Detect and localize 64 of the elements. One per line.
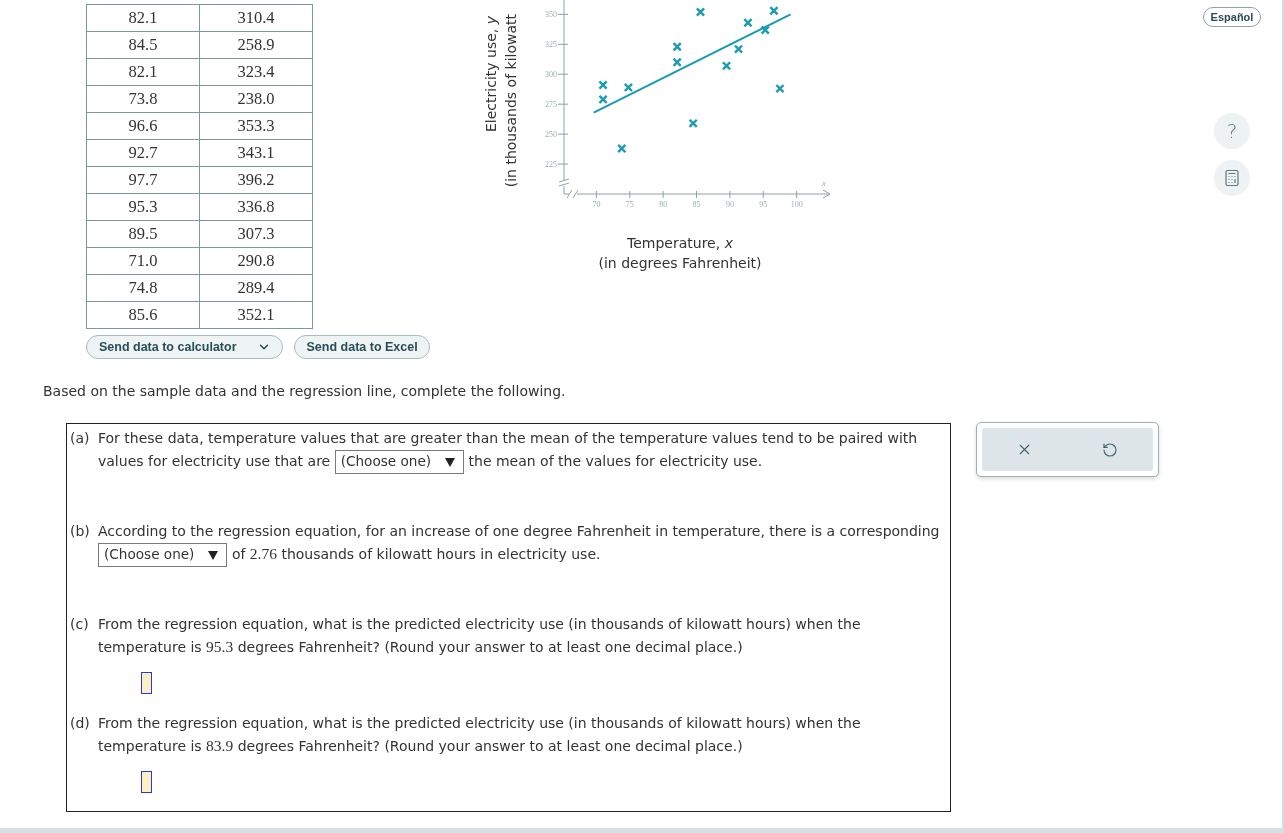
table-cell: 73.8 xyxy=(86,85,200,113)
axis-letter: x xyxy=(822,178,826,188)
tick-label: 95 xyxy=(759,200,768,209)
calculator-button[interactable] xyxy=(1214,160,1250,196)
table-cell: 336.8 xyxy=(199,193,313,221)
part-label: (b) xyxy=(70,522,91,541)
table-cell: 307.3 xyxy=(199,220,313,248)
part-label: (c) xyxy=(70,615,90,634)
tick-label: 350 xyxy=(545,10,557,20)
tick-label: 80 xyxy=(659,200,668,209)
table-cell: 238.0 xyxy=(199,85,313,113)
table-cell: 95.3 xyxy=(86,193,200,221)
table-cell: 396.2 xyxy=(199,166,313,194)
table-cell: 84.5 xyxy=(86,31,200,59)
send-menu-button[interactable]: Send data to calculator xyxy=(86,335,283,359)
y-axis-title: Electricity use, y xyxy=(482,16,500,132)
caret-icon xyxy=(208,550,219,560)
table-cell: 323.4 xyxy=(199,58,313,86)
table-cell: 343.1 xyxy=(199,139,313,167)
table-cell: 289.4 xyxy=(199,274,313,302)
part-label: (d) xyxy=(70,714,91,733)
tick-label: 85 xyxy=(692,200,701,209)
tick-label: 225 xyxy=(545,160,557,170)
table-cell: 97.7 xyxy=(86,166,200,194)
caret-icon xyxy=(445,457,456,467)
undo-arrow-icon xyxy=(1102,441,1119,458)
table-cell: 290.8 xyxy=(199,247,313,275)
x-axis-title: Temperature, x xyxy=(627,234,733,253)
table-cell: 92.7 xyxy=(86,139,200,167)
question-text: From the regression equation, what is the predicted electricity use (in thousands of kilowatt hours) when the temperature is 95.3 degrees Fahrenheit? (Round your answer to at least one decimal place.) xyxy=(98,615,862,657)
part-label: (a) xyxy=(70,429,91,448)
table-cell: 96.6 xyxy=(86,112,200,140)
tick-label: 250 xyxy=(545,130,557,140)
tick-label: 75 xyxy=(625,200,634,209)
question-text: From the regression equation, what is the predicted electricity use (in thousands of kilowatt hours) when the temperature is 83.9 degrees Fahrenheit? (Round your answer to at least one decimal place.) xyxy=(98,714,862,756)
language-button[interactable]: Español xyxy=(1202,7,1262,27)
instruction-text: Based on the sample data and the regression line, complete the following. xyxy=(43,383,567,399)
tick-label: 100 xyxy=(790,200,803,209)
tick-label: 90 xyxy=(725,200,734,209)
question-text: According to the regression equation, for an increase of one degree Fahrenheit in temperature, there is a corresponding (Choose one) of 2.76 thousands of kilowatt hours in electricity use. xyxy=(98,520,949,567)
question-text: For these data, temperature values that are greater than the mean of the temperature values tend to be paired with values for electricity use that are (Choose one) the mean of the values for electricity use. xyxy=(98,427,949,474)
answer-box[interactable] xyxy=(141,672,152,694)
table-cell: 353.3 xyxy=(199,112,313,140)
calculator-icon xyxy=(1223,169,1241,187)
help-button[interactable]: ? xyxy=(1214,113,1250,149)
table-cell: 85.6 xyxy=(86,301,200,329)
tick-label: 70 xyxy=(592,200,601,209)
tick-label: 275 xyxy=(545,100,557,110)
x-axis-unit: (in degrees Fahrenheit) xyxy=(598,254,762,273)
answer-box[interactable] xyxy=(141,771,152,793)
send-button[interactable]: Send data to Excel xyxy=(293,335,430,359)
table-cell: 71.0 xyxy=(86,247,200,275)
table-cell: 82.1 xyxy=(86,4,200,32)
table-cell: 89.5 xyxy=(86,220,200,248)
tick-label: 300 xyxy=(545,70,557,80)
dropdown[interactable]: (Choose one) xyxy=(334,450,465,474)
tick-label: 325 xyxy=(545,40,557,50)
table-cell: 74.8 xyxy=(86,274,200,302)
table-cell: 352.1 xyxy=(199,301,313,329)
table-cell: 258.9 xyxy=(199,31,313,59)
table-cell: 82.1 xyxy=(86,58,200,86)
dropdown[interactable]: (Choose one) xyxy=(98,543,228,567)
y-axis-unit: (in thousands of kilowatt xyxy=(502,13,520,187)
table-cell: 310.4 xyxy=(199,4,313,32)
